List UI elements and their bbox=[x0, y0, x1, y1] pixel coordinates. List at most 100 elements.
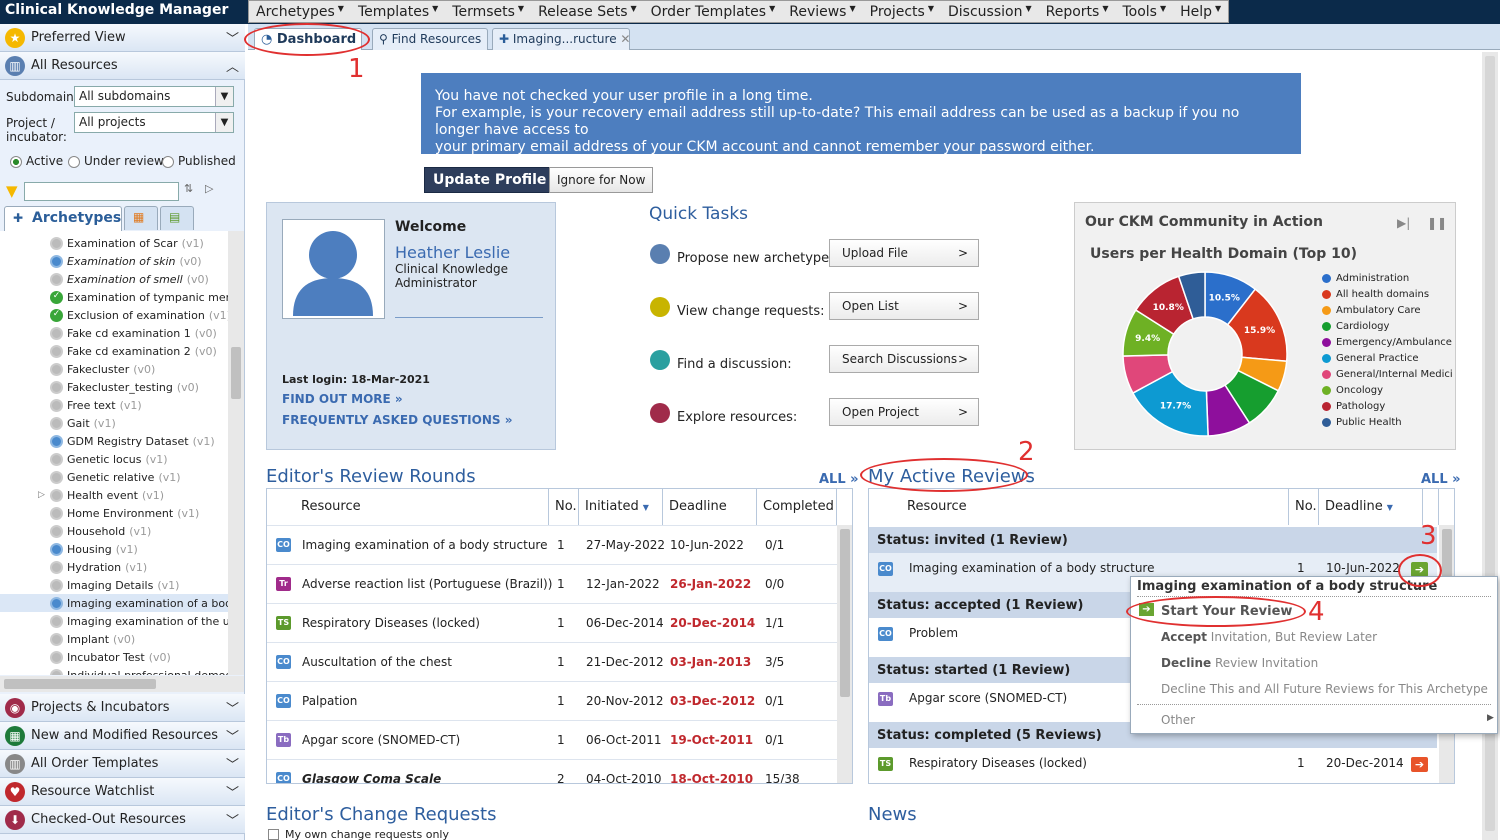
tree-item[interactable]: Fakecluster (v0) bbox=[50, 360, 155, 378]
column-header[interactable]: No. bbox=[549, 489, 579, 525]
tree-item[interactable]: Examination of skin (v0) bbox=[50, 252, 202, 270]
legend-item[interactable]: Emergency/Ambulance bbox=[1322, 337, 1452, 348]
sidebar-section-0[interactable]: ◉ Projects & Incubators ﹀ bbox=[0, 694, 245, 722]
tree-item[interactable]: ✓ Exclusion of examination(v1) bbox=[50, 306, 228, 324]
tree-item[interactable]: Gait (v1) bbox=[50, 414, 116, 432]
tab-find-resources[interactable]: ⚲ Find Resources bbox=[372, 28, 488, 50]
view-review-action-icon[interactable]: ➔ bbox=[1411, 757, 1428, 772]
resource-cell[interactable]: Apgar score (SNOMED-CT) bbox=[296, 721, 466, 759]
ignore-for-now-button[interactable]: Ignore for Now bbox=[549, 167, 654, 193]
sort-icon[interactable]: ⇅ bbox=[184, 182, 193, 195]
menu-item[interactable]: Reviews ▼ bbox=[782, 1, 862, 22]
tree-item[interactable]: Fake cd examination 1 (v0) bbox=[50, 324, 217, 342]
tree-item[interactable]: Health event (v1) ▷ bbox=[38, 486, 164, 504]
tree-item[interactable]: Home Environment (v1) bbox=[50, 504, 199, 522]
review-rounds-scrollbar[interactable] bbox=[837, 525, 852, 783]
quick-task-button[interactable]: Open Project > bbox=[829, 398, 979, 426]
chevron-down-icon[interactable]: ﹀ bbox=[226, 698, 239, 717]
legend-item[interactable]: General Practice bbox=[1322, 353, 1419, 364]
table-row[interactable]: Tb Apgar score (SNOMED-CT) 1 06-Oct-2011 19-… bbox=[267, 720, 837, 759]
menu-item[interactable]: Termsets ▼ bbox=[445, 1, 531, 22]
menu-item[interactable]: Release Sets ▼ bbox=[531, 1, 644, 22]
tab-templates[interactable]: ▦ bbox=[124, 206, 158, 230]
tree-item[interactable]: Genetic locus (v1) bbox=[50, 450, 168, 468]
tree-item[interactable]: Genetic relative (v1) bbox=[50, 468, 181, 486]
resource-cell[interactable]: Respiratory Diseases (locked) bbox=[903, 748, 1093, 782]
table-row[interactable]: TS Respiratory Diseases (locked) 1 06-Dec-2… bbox=[267, 603, 837, 642]
expand-icon[interactable]: ▷ bbox=[38, 490, 45, 500]
tree-item[interactable]: Imaging Details (v1) bbox=[50, 576, 179, 594]
tab-archetypes[interactable]: ✚ Archetypes bbox=[4, 206, 122, 232]
column-header[interactable]: No. bbox=[1289, 489, 1319, 525]
active-reviews-all-link[interactable]: ALL » bbox=[1421, 472, 1461, 487]
all-resources-header[interactable]: ▥ All Resources ︿ bbox=[0, 52, 245, 80]
decline-menu-item[interactable]: Decline Review Invitation bbox=[1161, 656, 1318, 670]
tree-filter-input[interactable] bbox=[24, 182, 179, 201]
table-row[interactable]: CO Imaging examination of a body structur… bbox=[267, 525, 837, 564]
subdomain-select[interactable]: All subdomains ▼ bbox=[74, 86, 234, 107]
tree-item[interactable]: Housing (v1) bbox=[50, 540, 138, 558]
tree-item[interactable]: Hydration (v1) bbox=[50, 558, 147, 576]
legend-item[interactable]: All health domains bbox=[1322, 289, 1429, 300]
tree-item[interactable]: Fake cd examination 2 (v0) bbox=[50, 342, 217, 360]
filter-active-radio[interactable]: Active bbox=[10, 154, 63, 168]
filter-under-review-radio[interactable]: Under review bbox=[68, 154, 164, 168]
sidebar-section-1[interactable]: ▦ New and Modified Resources ﹀ bbox=[0, 722, 245, 750]
resource-cell[interactable]: Imaging examination of a body structure bbox=[903, 553, 1160, 587]
chevron-down-icon[interactable]: ﹀ bbox=[226, 810, 239, 829]
legend-item[interactable]: Oncology bbox=[1322, 385, 1383, 396]
tree-scrollbar-thumb[interactable] bbox=[231, 347, 241, 399]
faq-link[interactable]: FREQUENTLY ASKED QUESTIONS » bbox=[282, 413, 512, 427]
project-select[interactable]: All projects ▼ bbox=[74, 112, 234, 133]
tree-item[interactable]: Examination of Scar (v1) bbox=[50, 234, 204, 252]
resource-cell[interactable]: Auscultation of the chest bbox=[296, 643, 458, 681]
dropdown-arrow-icon[interactable]: ▼ bbox=[215, 113, 233, 132]
tree-item[interactable]: Individual professional demograp bbox=[50, 666, 228, 675]
skip-next-icon[interactable]: ▶| bbox=[1397, 216, 1410, 230]
user-name[interactable]: Heather Leslie bbox=[395, 243, 510, 262]
chevron-down-icon[interactable]: ﹀ bbox=[226, 726, 239, 745]
legend-item[interactable]: General/Internal Medici bbox=[1322, 369, 1453, 380]
column-header[interactable]: Deadline ▼ bbox=[1319, 489, 1423, 525]
column-header[interactable]: Initiated ▼ bbox=[579, 489, 663, 525]
tree-item[interactable]: Fakecluster_testing (v0) bbox=[50, 378, 199, 396]
update-profile-button[interactable]: Update Profile bbox=[424, 167, 556, 193]
tree-item[interactable]: ✓ Examination of tympanic membra bbox=[50, 288, 228, 306]
resource-cell[interactable]: Imaging examination of a body structure bbox=[296, 526, 553, 564]
dropdown-arrow-icon[interactable]: ▼ bbox=[215, 87, 233, 106]
chevron-down-icon[interactable]: ﹀ bbox=[226, 754, 239, 773]
table-row[interactable]: TS Respiratory Diseases (locked) 1 20-Dec-2… bbox=[869, 748, 1437, 783]
resource-cell[interactable]: Palpation bbox=[296, 682, 363, 720]
table-row[interactable]: CO Auscultation of the chest 1 21-Dec-2012 0… bbox=[267, 642, 837, 681]
legend-item[interactable]: Public Health bbox=[1322, 417, 1402, 428]
menu-item[interactable]: Tools ▼ bbox=[1115, 1, 1173, 22]
table-row[interactable]: CO Glasgow Coma Scale 2 04-Oct-2010 18-Oct-2… bbox=[267, 759, 837, 783]
column-header[interactable]: Resource bbox=[869, 489, 1289, 525]
sidebar-section-2[interactable]: ▥ All Order Templates ﹀ bbox=[0, 750, 245, 778]
chevron-up-icon[interactable]: ︿ bbox=[226, 56, 239, 75]
decline-all-menu-item[interactable]: Decline This and All Future Reviews for … bbox=[1161, 682, 1488, 696]
status-group-header[interactable]: Status: invited (1 Review) bbox=[869, 527, 1437, 553]
legend-item[interactable]: Administration bbox=[1322, 273, 1409, 284]
legend-item[interactable]: Cardiology bbox=[1322, 321, 1389, 332]
chevron-down-icon[interactable]: ﹀ bbox=[226, 782, 239, 801]
quick-task-button[interactable]: Search Discussions > bbox=[829, 345, 979, 373]
tab-termsets[interactable]: ▤ bbox=[160, 206, 194, 230]
tree-item[interactable]: GDM Registry Dataset (v1) bbox=[50, 432, 215, 450]
column-header[interactable]: Completed bbox=[757, 489, 837, 525]
quick-task-button[interactable]: Upload File > bbox=[829, 239, 979, 267]
other-menu-item[interactable]: Other bbox=[1161, 713, 1195, 727]
table-row[interactable]: Tr Adverse reaction list (Portuguese (Bra… bbox=[267, 564, 837, 603]
column-header[interactable]: Resource bbox=[267, 489, 549, 525]
chevron-down-icon[interactable]: ﹀ bbox=[226, 28, 239, 47]
tree-item[interactable]: Examination of smell (v0) bbox=[50, 270, 209, 288]
legend-item[interactable]: Pathology bbox=[1322, 401, 1385, 412]
accept-later-menu-item[interactable]: Accept Invitation, But Review Later bbox=[1161, 630, 1377, 644]
tree-item[interactable]: Implant (v0) bbox=[50, 630, 135, 648]
resource-cell[interactable]: Problem bbox=[903, 618, 964, 652]
tab-imaging-structure[interactable]: ✚ Imaging...ructure ✕ bbox=[492, 28, 630, 50]
quick-task-button[interactable]: Open List > bbox=[829, 292, 979, 320]
column-header[interactable]: Deadline bbox=[663, 489, 757, 525]
sidebar-section-3[interactable]: ♥ Resource Watchlist ﹀ bbox=[0, 778, 245, 806]
menu-item[interactable]: Reports ▼ bbox=[1039, 1, 1116, 22]
